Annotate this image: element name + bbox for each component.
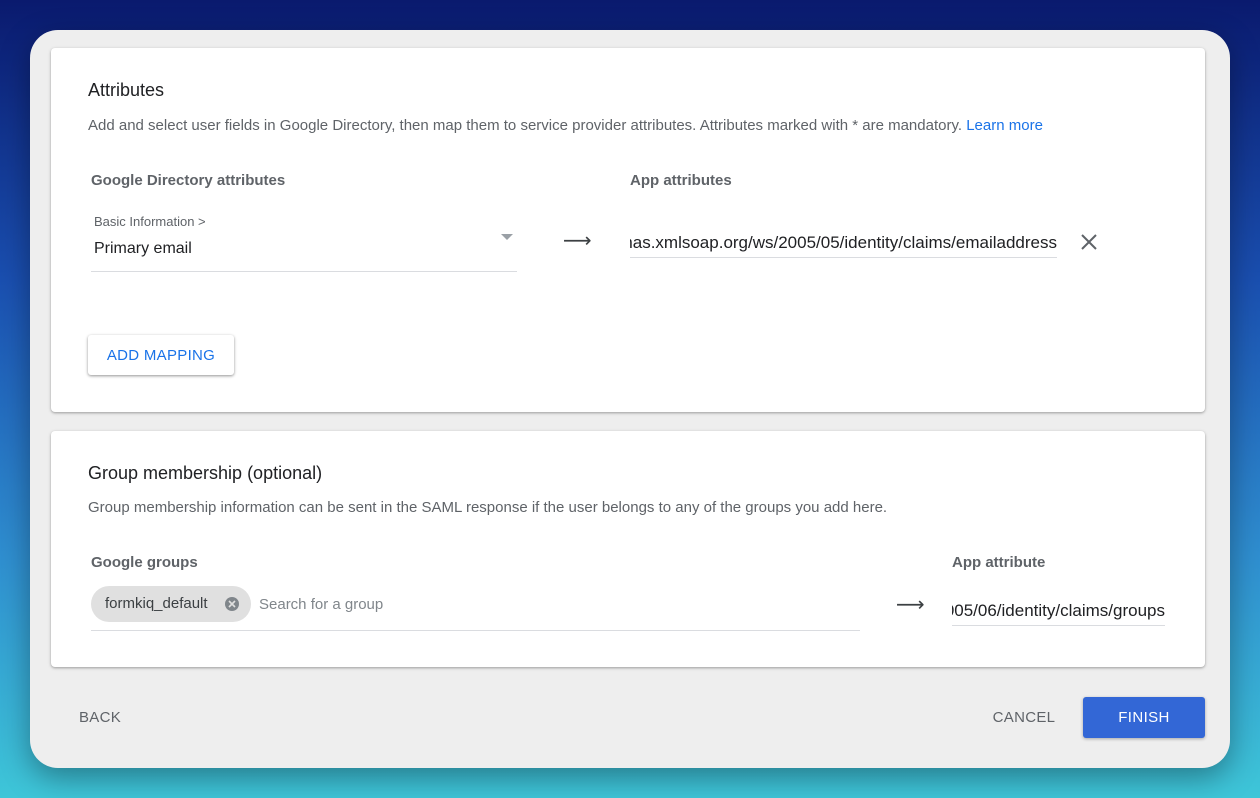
finish-button[interactable]: FINISH	[1083, 697, 1205, 738]
group-chip: formkiq_default	[91, 586, 251, 622]
directory-attribute-select[interactable]: Basic Information > Primary email	[91, 208, 517, 272]
group-chip-label: formkiq_default	[105, 595, 208, 612]
group-selector: formkiq_default	[91, 586, 860, 631]
group-app-attribute-input[interactable]: http://schemas.xmlsoap.org/claims/2005/0…	[952, 596, 1165, 626]
close-icon[interactable]	[1079, 232, 1099, 252]
app-attribute-value: http://schemas.xmlsoap.org/ws/2005/05/id…	[630, 233, 1057, 252]
select-value: Primary email	[94, 240, 192, 257]
arrow-right-icon: ⟶	[896, 594, 925, 616]
dialog-window: Attributes Add and select user fields in…	[30, 30, 1230, 768]
caret-down-icon	[501, 234, 513, 240]
select-category: Basic Information >	[94, 214, 206, 229]
app-attributes-header: App attributes	[630, 172, 732, 189]
attributes-title: Attributes	[88, 80, 165, 100]
attributes-description: Add and select user fields in Google Dir…	[88, 117, 1043, 134]
back-button[interactable]: BACK	[68, 697, 132, 737]
learn-more-link[interactable]: Learn more	[966, 117, 1043, 134]
directory-attributes-header: Google Directory attributes	[91, 172, 286, 189]
attributes-card: Attributes Add and select user fields in…	[51, 48, 1205, 412]
group-membership-description: Group membership information can be sent…	[88, 499, 888, 516]
group-search-input[interactable]	[259, 592, 659, 616]
cancel-circle-icon[interactable]	[224, 596, 240, 612]
cancel-button[interactable]: CANCEL	[982, 697, 1066, 737]
app-attribute-input[interactable]: http://schemas.xmlsoap.org/ws/2005/05/id…	[630, 228, 1057, 258]
group-membership-title: Group membership (optional)	[88, 463, 323, 483]
group-membership-card: Group membership (optional) Group member…	[51, 431, 1205, 667]
group-app-attribute-value: http://schemas.xmlsoap.org/claims/2005/0…	[952, 601, 1165, 620]
google-groups-header: Google groups	[91, 554, 198, 571]
add-mapping-button[interactable]: ADD MAPPING	[88, 335, 234, 375]
arrow-right-icon: ⟶	[563, 230, 592, 252]
attributes-description-text: Add and select user fields in Google Dir…	[88, 117, 963, 134]
app-attribute-header: App attribute	[952, 554, 1046, 571]
